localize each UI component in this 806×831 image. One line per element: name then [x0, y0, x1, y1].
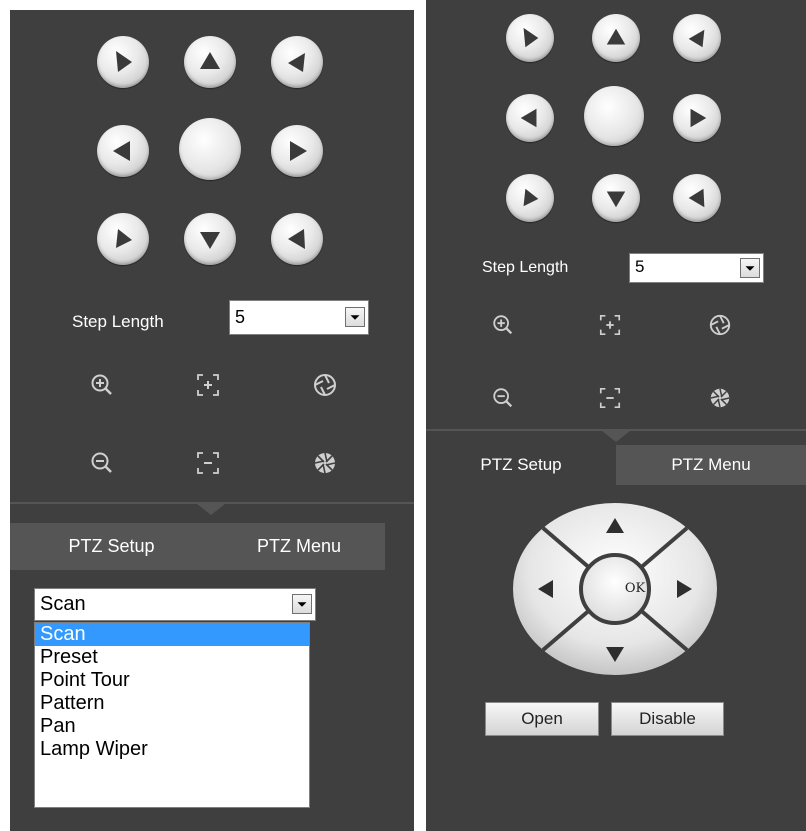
right-button[interactable] — [271, 125, 323, 177]
dropdown-option[interactable]: Scan — [35, 623, 309, 646]
open-button[interactable]: Open — [485, 702, 599, 736]
panel-separator — [414, 0, 426, 831]
tab-ptz-setup[interactable]: PTZ Setup — [10, 523, 213, 570]
down-arrow-icon — [200, 232, 220, 249]
dropdown-option[interactable]: Point Tour — [35, 669, 309, 692]
down-left-arrow-icon — [116, 229, 132, 248]
up-right-arrow-icon — [688, 29, 705, 48]
chevron-down-icon — [292, 594, 312, 614]
right-tab-bar: PTZ Setup PTZ Menu — [426, 445, 806, 485]
right-button[interactable] — [673, 94, 721, 142]
up-right-button[interactable] — [271, 36, 323, 88]
up-arrow-icon — [606, 28, 626, 45]
step-length-select[interactable]: 5 — [229, 300, 369, 335]
down-button[interactable] — [592, 174, 640, 222]
down-right-button[interactable] — [673, 174, 721, 222]
chevron-down-icon — [740, 258, 760, 278]
up-arrow-icon — [200, 52, 220, 69]
focus-far-icon[interactable] — [598, 386, 622, 410]
focus-far-icon[interactable] — [195, 450, 221, 476]
step-length-label: Step Length — [72, 312, 164, 331]
iris-open-icon[interactable] — [708, 313, 732, 337]
iris-close-icon[interactable] — [312, 450, 338, 476]
down-right-arrow-icon — [688, 188, 705, 208]
down-left-button[interactable] — [506, 174, 554, 222]
iris-close-icon[interactable] — [708, 386, 732, 410]
tab-ptz-setup[interactable]: PTZ Setup — [426, 445, 616, 485]
left-button[interactable] — [506, 94, 554, 142]
center-button[interactable] — [179, 118, 241, 180]
up-left-button[interactable] — [97, 36, 149, 88]
tab-ptz-menu[interactable]: PTZ Menu — [213, 523, 385, 570]
disable-button[interactable]: Disable — [611, 702, 724, 736]
up-button[interactable] — [592, 14, 640, 62]
up-left-arrow-icon — [523, 27, 539, 48]
collapse-notch-icon[interactable] — [197, 504, 225, 515]
zoom-out-icon[interactable] — [89, 450, 115, 476]
down-right-arrow-icon — [288, 229, 305, 249]
ptz-function-value: Scan — [40, 593, 86, 615]
down-button[interactable] — [184, 213, 236, 265]
left-tab-bar: PTZ Setup PTZ Menu — [10, 523, 414, 570]
zoom-out-icon[interactable] — [491, 386, 515, 410]
dropdown-option[interactable]: Preset — [35, 646, 309, 669]
focus-near-icon[interactable] — [598, 313, 622, 337]
down-arrow-icon — [606, 191, 626, 208]
down-left-button[interactable] — [97, 213, 149, 265]
step-length-value: 5 — [235, 307, 246, 327]
ptz-function-select[interactable]: Scan — [34, 588, 316, 621]
ptz-function-dropdown: Scan Preset Point Tour Pattern Pan Lamp … — [34, 622, 310, 808]
dropdown-option[interactable]: Lamp Wiper — [35, 738, 309, 761]
menu-ok-label: OK — [624, 581, 646, 596]
tab-ptz-menu[interactable]: PTZ Menu — [616, 445, 806, 485]
zoom-in-icon[interactable] — [89, 372, 115, 398]
left-arrow-icon — [520, 108, 537, 128]
collapse-notch-icon[interactable] — [602, 431, 630, 442]
up-left-button[interactable] — [506, 14, 554, 62]
down-right-button[interactable] — [271, 213, 323, 265]
dropdown-option[interactable]: Pattern — [35, 692, 309, 715]
up-left-arrow-icon — [116, 51, 132, 72]
step-length-label: Step Length — [482, 259, 569, 276]
up-right-button[interactable] — [673, 14, 721, 62]
center-button[interactable] — [584, 86, 644, 146]
right-arrow-icon — [690, 108, 707, 128]
dropdown-option[interactable]: Pan — [35, 715, 309, 738]
chevron-down-icon — [345, 307, 365, 327]
step-length-value: 5 — [635, 257, 645, 276]
right-ptz-panel: Step Length 5 PTZ Setup PTZ Menu OK Open… — [426, 0, 806, 831]
down-left-arrow-icon — [523, 188, 539, 207]
right-arrow-icon — [290, 141, 307, 161]
left-ptz-panel: Step Length 5 PTZ Setup PTZ Menu Scan Sc… — [10, 10, 414, 831]
focus-near-icon[interactable] — [195, 372, 221, 398]
up-right-arrow-icon — [288, 53, 305, 72]
left-arrow-icon — [113, 141, 130, 161]
step-length-select[interactable]: 5 — [629, 253, 764, 283]
iris-open-icon[interactable] — [312, 372, 338, 398]
up-button[interactable] — [184, 36, 236, 88]
left-button[interactable] — [97, 125, 149, 177]
zoom-in-icon[interactable] — [491, 313, 515, 337]
